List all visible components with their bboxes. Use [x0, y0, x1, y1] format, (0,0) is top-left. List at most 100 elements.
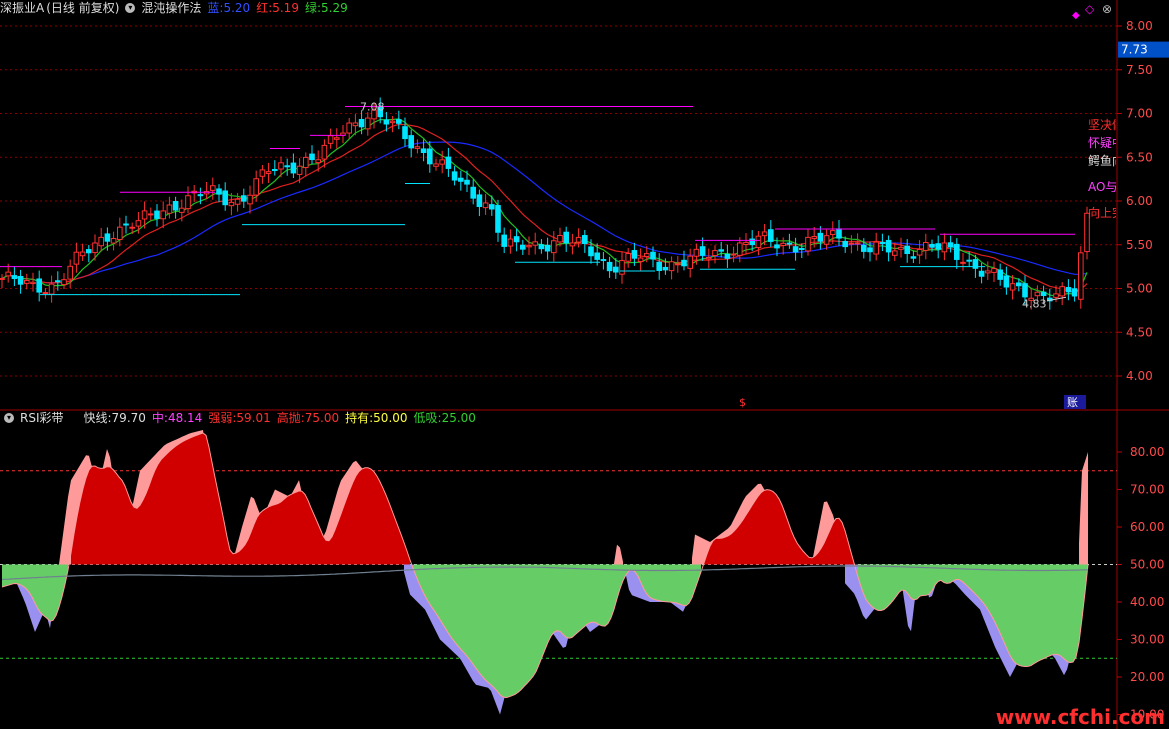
- candle-body: [520, 244, 526, 250]
- close-icon[interactable]: ⊗: [1102, 2, 1112, 16]
- period-label[interactable]: (日线 前复权): [46, 0, 119, 16]
- blue-label: 蓝:: [207, 1, 224, 15]
- candle-body: [892, 250, 898, 256]
- candle-body: [848, 242, 855, 245]
- candle-body: [334, 137, 340, 140]
- candle-body: [681, 259, 687, 267]
- candle-body: [427, 148, 433, 165]
- candle-body: [774, 244, 780, 249]
- candle-body: [904, 245, 911, 254]
- candle-body: [464, 179, 470, 185]
- candle-body: [48, 283, 55, 295]
- candle-body: [154, 210, 160, 219]
- candle-body: [619, 260, 625, 275]
- sell-marker: $: [739, 396, 746, 409]
- stock-name[interactable]: 深振业A: [0, 0, 44, 16]
- candle-body: [991, 268, 997, 273]
- green-line: [1, 118, 1088, 297]
- candle-body: [42, 292, 49, 295]
- watermark: www.cfchi.com: [995, 705, 1165, 729]
- candle-body: [1059, 286, 1066, 297]
- candle-body: [706, 257, 712, 260]
- candle-body: [30, 281, 36, 285]
- candle-body: [265, 171, 272, 174]
- candle-body: [637, 257, 644, 263]
- candle-body: [513, 236, 520, 243]
- candle-body: [1065, 287, 1072, 293]
- candle-body: [272, 169, 278, 172]
- candle-body: [1022, 283, 1028, 298]
- candle-body: [954, 243, 960, 260]
- rsi-tick-label: 50.00: [1130, 558, 1164, 572]
- candle-body: [141, 210, 148, 220]
- candle-body: [898, 246, 904, 250]
- candle-body: [24, 279, 30, 284]
- formula-name[interactable]: 混沌操作法: [141, 0, 201, 16]
- candle-body: [613, 266, 619, 273]
- candle-body: [352, 122, 359, 127]
- candle-body: [185, 195, 191, 210]
- candle-body: [792, 246, 799, 253]
- rsi-tick-label: 80.00: [1130, 445, 1164, 459]
- candle-body: [86, 249, 92, 254]
- candle-body: [110, 238, 117, 244]
- green-value: 5.29: [321, 1, 348, 15]
- price-tick-label: 6.00: [1126, 194, 1153, 208]
- candle-body: [811, 236, 818, 239]
- candle-body: [11, 275, 18, 280]
- buy-marker: 账: [1067, 396, 1078, 409]
- candle-body: [340, 132, 346, 136]
- candle-body: [234, 198, 241, 205]
- candle-body: [1040, 291, 1047, 296]
- candle-body: [327, 135, 334, 144]
- candle-body: [197, 194, 204, 197]
- candle-body: [830, 230, 836, 236]
- indicator-name[interactable]: RSI彩带: [20, 410, 64, 426]
- mid-label: 中:: [151, 411, 168, 425]
- candle-body: [526, 245, 532, 248]
- formula-settings-icon[interactable]: ▾: [125, 3, 136, 13]
- diamond-icon[interactable]: ◇: [1085, 2, 1094, 16]
- candle-body: [588, 246, 594, 257]
- candle-body: [551, 240, 557, 254]
- up-arrow-icon[interactable]: ◆: [1072, 10, 1080, 21]
- candle-body: [966, 259, 973, 262]
- candle-body: [123, 223, 129, 226]
- candle-body: [799, 247, 805, 250]
- candle-body: [166, 204, 173, 214]
- red-value: 5.19: [272, 1, 299, 15]
- candle-body: [755, 235, 762, 249]
- candle-body: [216, 188, 222, 195]
- candle-body: [538, 244, 545, 250]
- rsi-band-chart: [1, 430, 1089, 715]
- candle-body: [675, 263, 681, 266]
- candle-body: [489, 204, 495, 210]
- candle-body: [737, 242, 743, 256]
- annotation-3: AO与AC: [1088, 180, 1116, 194]
- candle-body: [129, 226, 135, 229]
- red-label: 红:: [256, 1, 273, 15]
- candle-body: [321, 144, 328, 160]
- hold-label: 持有:: [345, 411, 374, 425]
- hold-value: 50.00: [373, 411, 408, 425]
- candle-body: [985, 270, 991, 274]
- candle-body: [786, 242, 793, 245]
- red-line: [1, 123, 1088, 294]
- candle-body: [631, 250, 638, 259]
- rsi-tick-label: 70.00: [1130, 483, 1164, 497]
- candle-body: [303, 156, 309, 169]
- price-tick-label: 5.00: [1126, 282, 1153, 296]
- candle-body: [712, 250, 718, 257]
- candle-body: [1078, 252, 1084, 300]
- candle-body: [873, 241, 880, 255]
- candle-body: [916, 248, 923, 256]
- candle-body: [929, 243, 935, 248]
- indicator-settings-icon[interactable]: ▾: [4, 413, 14, 423]
- annotation-0: 坚决做多: [1088, 118, 1116, 132]
- candle-body: [817, 232, 824, 242]
- candle-body: [644, 253, 650, 258]
- main-chart-header: 深振业A (日线 前复权) ▾ 混沌操作法 蓝: 5.20 红: 5.19 绿:…: [0, 0, 354, 16]
- price-tick-label: 8.00: [1126, 19, 1153, 33]
- candle-body: [743, 241, 749, 246]
- chart-canvas[interactable]: 7.08 4.83 $ 账 8.00 7.50 7.00 6.50 6.00 5.50 5.00 4…: [0, 0, 1169, 729]
